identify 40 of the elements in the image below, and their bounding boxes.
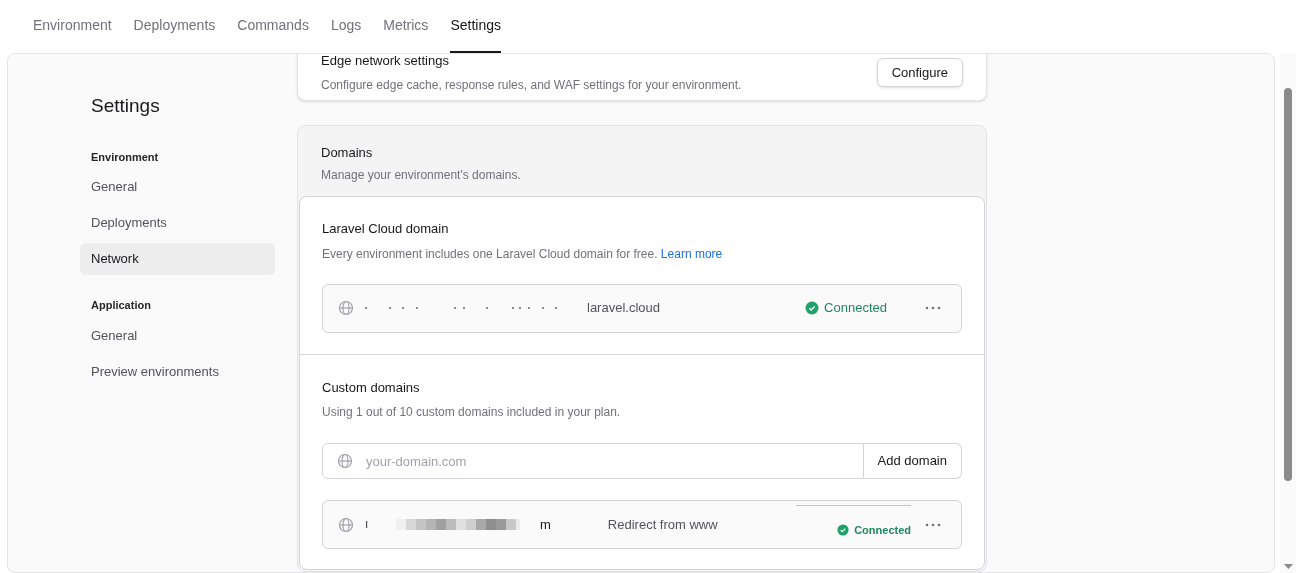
nav-tab[interactable]: Deployments <box>133 0 216 53</box>
section-title: Laravel Cloud domain <box>322 220 450 238</box>
sidebar-item[interactable]: General <box>80 319 275 352</box>
section-description: Every environment includes one Laravel Cloud domain for free. Learn more <box>322 245 724 263</box>
section-description: Using 1 out of 10 custom domains included in your plan. <box>322 404 622 421</box>
domain-input[interactable]: your-domain.com <box>322 443 864 479</box>
section-heading: Environment <box>90 149 160 165</box>
more-icon <box>925 522 941 527</box>
sidebar-item[interactable]: Preview environments <box>80 355 275 388</box>
nav-tab[interactable]: Commands <box>237 0 309 53</box>
sidebar-item[interactable]: Network <box>80 243 275 275</box>
check-circle-icon <box>837 524 850 536</box>
status-text: Connected <box>824 299 887 318</box>
domain-name: laravel.cloud <box>587 299 660 318</box>
scrollbar-thumb[interactable] <box>1284 88 1292 481</box>
sidebar-item[interactable]: General <box>80 171 275 203</box>
nav-tab[interactable]: Metrics <box>383 0 429 53</box>
domain-name: m <box>540 515 551 534</box>
page-title: Settings <box>90 94 161 118</box>
check-circle-icon <box>805 301 820 315</box>
section-title: Custom domains <box>322 378 421 397</box>
globe-icon <box>338 300 354 316</box>
redirect-note: Redirect from www <box>607 515 718 534</box>
status-text: Connected <box>854 522 911 538</box>
nav-tab[interactable]: Environment <box>33 0 112 53</box>
nav-tab[interactable]: Logs <box>330 0 362 53</box>
scrollbar[interactable] <box>1280 53 1296 573</box>
card-description: Manage your environment's domains. <box>321 167 522 184</box>
card-title: Edge network settings <box>321 54 450 70</box>
add-domain-button[interactable]: Add domain <box>863 443 962 479</box>
learn-more-link[interactable]: Learn more <box>660 246 723 261</box>
globe-icon <box>337 453 353 469</box>
more-icon <box>925 306 941 310</box>
card-title: Domains <box>321 143 374 162</box>
section-heading: Application <box>90 298 152 313</box>
globe-icon <box>338 516 354 533</box>
scroll-down-icon[interactable] <box>1284 564 1293 569</box>
configure-button[interactable]: Configure <box>876 57 963 87</box>
sidebar-item[interactable]: Deployments <box>80 207 275 239</box>
card-description: Configure edge cache, response rules, and WAF settings for your environment. <box>321 76 742 94</box>
